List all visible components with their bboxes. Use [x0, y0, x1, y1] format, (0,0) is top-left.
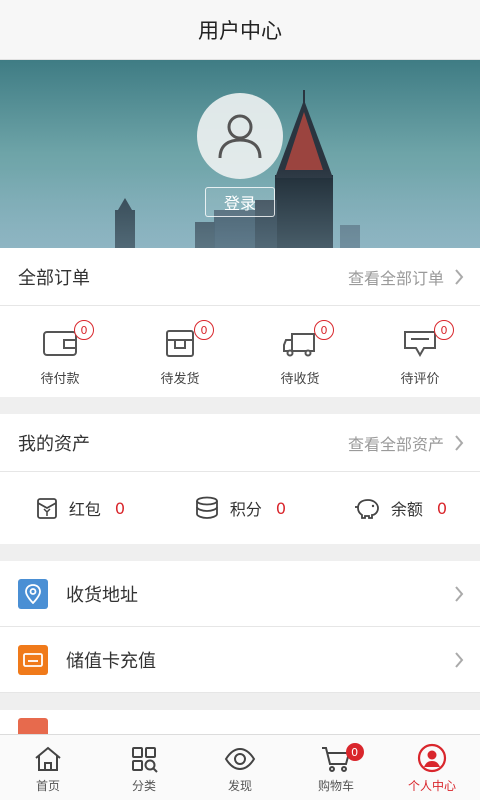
login-button[interactable]: 登录: [205, 187, 275, 217]
category-icon: [132, 747, 158, 773]
assets-header[interactable]: 我的资产 查看全部资产: [0, 414, 480, 472]
asset-label: 余额: [390, 500, 423, 519]
view-all-orders-label: 查看全部订单: [347, 268, 444, 288]
menu-item-label: 收货地址: [66, 584, 138, 606]
package-icon: [166, 330, 194, 357]
tab-label: 购物车: [317, 779, 354, 793]
chevron-right-icon: [455, 651, 464, 668]
asset-label: 积分: [229, 500, 262, 519]
chevron-right-icon: [455, 585, 464, 602]
menu-item-label: 储值卡充值: [66, 650, 156, 672]
order-status-pending-receipt[interactable]: 0 待收货: [240, 306, 360, 397]
tab-category[interactable]: 分类: [96, 735, 192, 800]
eye-icon: [224, 747, 256, 771]
truck-icon: [283, 333, 315, 357]
tab-profile[interactable]: 个人中心: [384, 735, 480, 800]
orders-section: 全部订单 查看全部订单 0 待付款 0 待发货 0 待收货 0 待评价: [0, 248, 480, 397]
orders-header[interactable]: 全部订单 查看全部订单: [0, 248, 480, 306]
user-icon: [417, 743, 447, 773]
order-status-label: 待付款: [40, 372, 80, 387]
view-all-assets-link[interactable]: 查看全部资产: [348, 431, 464, 455]
comment-icon: [404, 331, 436, 358]
asset-list: 红包 0 积分 0 余额 0: [0, 472, 480, 544]
order-count-badge: 0: [314, 320, 334, 340]
asset-value: 0: [114, 498, 126, 518]
tab-cart[interactable]: 0 购物车: [288, 735, 384, 800]
menu-item-shipping-address[interactable]: 收货地址: [0, 561, 480, 627]
asset-points[interactable]: 积分 0: [160, 496, 320, 520]
wallet-icon: [43, 331, 77, 356]
menu-item-partial[interactable]: [0, 710, 480, 736]
view-all-assets-label: 查看全部资产: [347, 434, 444, 454]
location-pin-icon: [18, 578, 48, 609]
order-status-label: 待收货: [280, 372, 320, 387]
asset-value: 0: [275, 498, 287, 518]
order-count-badge: 0: [194, 320, 214, 340]
chevron-right-icon: [455, 434, 464, 451]
assets-title: 我的资产: [18, 433, 90, 455]
page-title: 用户中心: [198, 18, 282, 43]
order-status-label: 待发货: [160, 372, 200, 387]
asset-balance[interactable]: 余额 0: [320, 496, 480, 520]
title-bar: 用户中心: [0, 0, 480, 60]
card-icon: [18, 644, 48, 675]
piggy-bank-icon: [354, 499, 379, 519]
order-status-pending-shipment[interactable]: 0 待发货: [120, 306, 240, 397]
tab-label: 发现: [227, 779, 252, 793]
profile-banner: 登录: [0, 60, 480, 248]
asset-value: 0: [436, 498, 448, 518]
order-status-label: 待评价: [400, 372, 440, 387]
view-all-orders-link[interactable]: 查看全部订单: [348, 265, 464, 289]
menu-section: 收货地址 储值卡充值: [0, 561, 480, 693]
asset-red-envelope[interactable]: 红包 0: [0, 496, 160, 520]
cart-count-badge: 0: [345, 743, 364, 761]
bottom-tab-bar: 首页 分类 发现 0 购物车 个人中心: [0, 734, 480, 800]
user-icon: [218, 114, 262, 159]
coins-icon: [195, 496, 218, 519]
home-icon: [35, 746, 61, 771]
tab-label: 个人中心: [407, 779, 456, 793]
tab-home[interactable]: 首页: [0, 735, 96, 800]
tab-label: 分类: [131, 779, 156, 793]
order-count-badge: 0: [74, 320, 94, 340]
assets-section: 我的资产 查看全部资产 红包 0 积分 0 余额 0: [0, 414, 480, 544]
asset-label: 红包: [68, 500, 101, 519]
orders-title: 全部订单: [18, 267, 90, 289]
order-count-badge: 0: [434, 320, 454, 340]
tab-discover[interactable]: 发现: [192, 735, 288, 800]
chevron-right-icon: [455, 268, 464, 285]
tab-label: 首页: [35, 779, 60, 793]
order-status-list: 0 待付款 0 待发货 0 待收货 0 待评价: [0, 306, 480, 397]
avatar[interactable]: [197, 93, 283, 179]
red-envelope-icon: [36, 498, 57, 519]
order-status-pending-payment[interactable]: 0 待付款: [0, 306, 120, 397]
menu-item-card-recharge[interactable]: 储值卡充值: [0, 627, 480, 693]
order-status-pending-review[interactable]: 0 待评价: [360, 306, 480, 397]
